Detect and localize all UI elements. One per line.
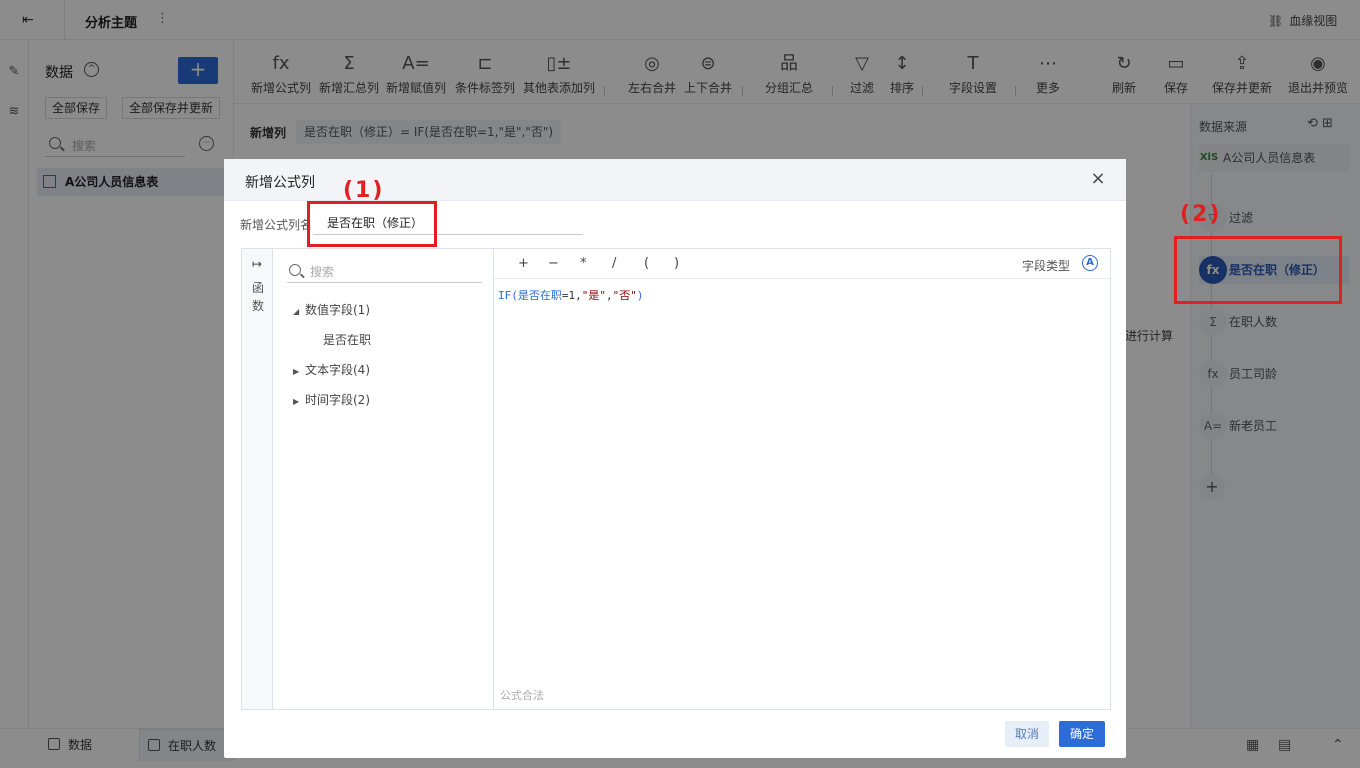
- collapsed-triangle-icon: ▶: [293, 397, 300, 406]
- tree-label: 时间字段(2): [305, 393, 370, 407]
- code-field: 是否在职: [517, 289, 562, 302]
- field-type-text-icon[interactable]: A: [1082, 255, 1098, 271]
- tree-label: 文本字段(4): [305, 363, 370, 377]
- code-string: "否": [612, 289, 637, 302]
- expand-functions-icon[interactable]: ↦: [242, 257, 272, 271]
- expanded-triangle-icon: ◢: [293, 307, 300, 316]
- operator-bar: + − * / ( ) 字段类型 A: [494, 249, 1110, 279]
- tree-label: 是否在职: [323, 333, 372, 347]
- tree-node-time[interactable]: ▶ 时间字段(2): [293, 391, 370, 408]
- field-type-label: 字段类型: [1022, 259, 1071, 273]
- formula-code-input[interactable]: IF(是否在职=1,"是","否"): [498, 287, 644, 303]
- tree-node-text[interactable]: ▶ 文本字段(4): [293, 361, 370, 378]
- search-placeholder: 搜索: [310, 265, 335, 279]
- expression-pane: + − * / ( ) 字段类型 A IF(是否在职=1,"是","否") 公式…: [494, 249, 1110, 709]
- field-search-input[interactable]: 搜索: [287, 259, 482, 283]
- collapsed-triangle-icon: ▶: [293, 367, 300, 376]
- dialog-title: 新增公式列: [245, 175, 315, 191]
- plus-operator[interactable]: +: [518, 256, 529, 271]
- formula-dialog: 新增公式列 × 新增公式列名 是否在职（修正） ↦ 函数 搜索 ◢ 数值字段(1)…: [224, 159, 1126, 758]
- divide-operator[interactable]: /: [612, 256, 616, 271]
- formula-valid-status: 公式合法: [500, 689, 544, 702]
- close-paren-operator[interactable]: ): [674, 256, 679, 271]
- field-pane: 搜索 ◢ 数值字段(1) 是否在职 ▶ 文本字段(4) ▶ 时间字段(2): [273, 249, 494, 709]
- tree-field-item[interactable]: 是否在职: [323, 331, 371, 348]
- code-function: IF(: [498, 289, 518, 302]
- tree-node-numeric[interactable]: ◢ 数值字段(1): [293, 301, 370, 318]
- multiply-operator[interactable]: *: [580, 256, 587, 271]
- annotation-box-1: [307, 201, 437, 247]
- code-string: "是": [581, 289, 606, 302]
- code-close: ): [636, 289, 644, 302]
- code-operator: =1,: [561, 289, 582, 302]
- code-comma: ,: [606, 289, 613, 302]
- annotation-label-2: (2): [1180, 202, 1222, 227]
- minus-operator[interactable]: −: [548, 256, 559, 271]
- column-name-label: 新增公式列名: [240, 218, 313, 232]
- formula-editor: ↦ 函数 搜索 ◢ 数值字段(1) 是否在职 ▶ 文本字段(4) ▶ 时间字段(2) …: [241, 248, 1111, 710]
- tree-label: 数值字段(1): [305, 303, 370, 317]
- search-icon: [289, 264, 301, 276]
- annotation-label-1: (1): [343, 178, 385, 203]
- close-icon[interactable]: ×: [1088, 169, 1108, 189]
- cancel-button[interactable]: 取消: [1005, 721, 1049, 747]
- functions-label: 函数: [251, 281, 264, 313]
- confirm-button[interactable]: 确定: [1059, 721, 1105, 747]
- annotation-box-2: [1174, 236, 1342, 304]
- open-paren-operator[interactable]: (: [644, 256, 649, 271]
- function-strip[interactable]: ↦ 函数: [242, 249, 273, 709]
